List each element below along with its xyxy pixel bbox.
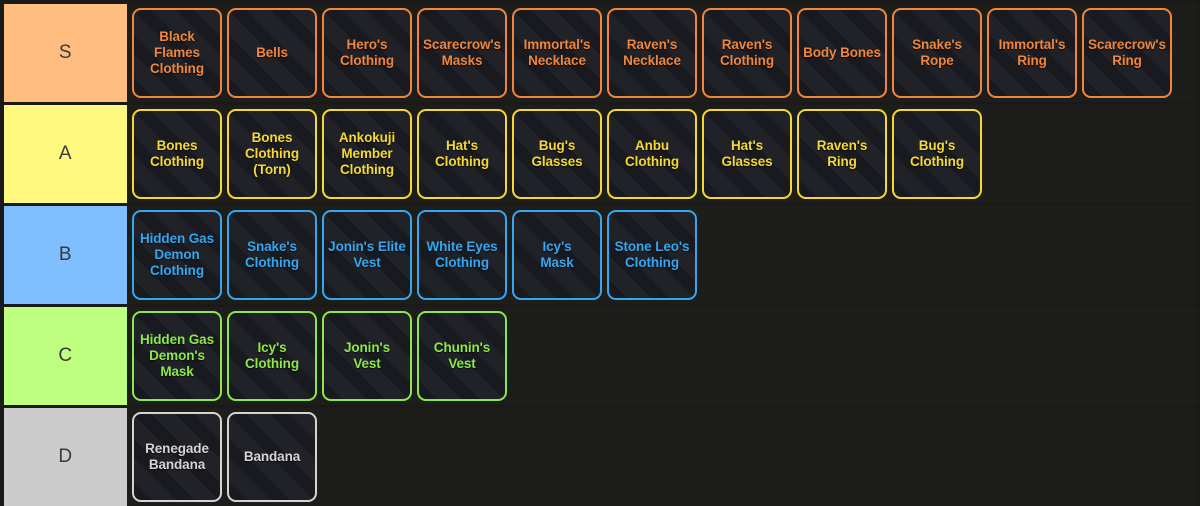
tier-item-card[interactable]: Hero's Clothing bbox=[322, 8, 412, 98]
tier-item-label: Immortal's Ring bbox=[998, 36, 1066, 68]
tier-item-label: Hidden Gas Demon Clothing bbox=[139, 230, 214, 279]
tier-item-card[interactable]: Snake's Rope bbox=[892, 8, 982, 98]
tier-item-card[interactable]: Hat's Clothing bbox=[417, 109, 507, 199]
tier-item-card[interactable]: Icy's Mask bbox=[512, 210, 602, 300]
tier-items-d: Renegade Bandana Bandana bbox=[127, 408, 1196, 506]
tier-item-label: Ankokuji Member Clothing bbox=[338, 129, 396, 178]
tier-item-card[interactable]: White Eyes Clothing bbox=[417, 210, 507, 300]
tier-item-card[interactable]: Bones Clothing bbox=[132, 109, 222, 199]
tier-item-card[interactable]: Bug's Clothing bbox=[892, 109, 982, 199]
tier-item-label: Hat's Clothing bbox=[435, 137, 489, 169]
tier-row-b: B Hidden Gas Demon Clothing Snake's Clothi… bbox=[4, 206, 1196, 304]
tier-item-label: Icy's Clothing bbox=[245, 339, 299, 371]
tier-item-label: Bug's Clothing bbox=[910, 137, 964, 169]
tier-label-s[interactable]: S bbox=[4, 4, 127, 102]
tier-item-label: Raven's Ring bbox=[816, 137, 868, 169]
tier-item-label: Body Bones bbox=[803, 44, 881, 60]
tier-item-card[interactable]: Raven's Necklace bbox=[607, 8, 697, 98]
tier-item-card[interactable]: Icy's Clothing bbox=[227, 311, 317, 401]
tier-item-label: Renegade Bandana bbox=[145, 440, 209, 472]
tier-item-card[interactable]: Jonin's Vest bbox=[322, 311, 412, 401]
tier-item-label: Scarecrow's Ring bbox=[1088, 36, 1166, 68]
tier-item-label: Hat's Glasses bbox=[721, 137, 773, 169]
tier-item-label: Black Flames Clothing bbox=[150, 28, 204, 77]
tier-item-card[interactable]: Bones Clothing (Torn) bbox=[227, 109, 317, 199]
tier-item-card[interactable]: Renegade Bandana bbox=[132, 412, 222, 502]
tier-item-card[interactable]: Snake's Clothing bbox=[227, 210, 317, 300]
tier-item-label: Bug's Glasses bbox=[531, 137, 583, 169]
tier-item-card[interactable]: Black Flames Clothing bbox=[132, 8, 222, 98]
tier-item-card[interactable]: Anbu Clothing bbox=[607, 109, 697, 199]
tier-items-b: Hidden Gas Demon Clothing Snake's Clothin… bbox=[127, 206, 1196, 304]
tier-item-label: Scarecrow's Masks bbox=[423, 36, 501, 68]
tier-items-a: Bones Clothing Bones Clothing (Torn) Ankok… bbox=[127, 105, 1196, 203]
tier-item-label: Stone Leo's Clothing bbox=[614, 238, 690, 270]
tier-item-card[interactable]: Scarecrow's Masks bbox=[417, 8, 507, 98]
tier-row-a: A Bones Clothing Bones Clothing (Torn) Anko… bbox=[4, 105, 1196, 203]
tier-item-card[interactable]: Chunin's Vest bbox=[417, 311, 507, 401]
tier-item-card[interactable]: Bandana bbox=[227, 412, 317, 502]
tier-item-label: Bells bbox=[256, 44, 288, 60]
tier-items-s: Black Flames Clothing Bells Hero's Clothin… bbox=[127, 4, 1196, 102]
tier-item-label: Jonin's Elite Vest bbox=[328, 238, 406, 270]
tier-item-label: Snake's Clothing bbox=[245, 238, 299, 270]
tier-item-label: Icy's Mask bbox=[540, 238, 574, 270]
tier-list-board: S Black Flames Clothing Bells Hero's Clothi… bbox=[0, 0, 1200, 506]
tier-item-card[interactable]: Raven's Clothing bbox=[702, 8, 792, 98]
tier-item-card[interactable]: Hidden Gas Demon Clothing bbox=[132, 210, 222, 300]
tier-item-card[interactable]: Jonin's Elite Vest bbox=[322, 210, 412, 300]
tier-item-label: Chunin's Vest bbox=[433, 339, 491, 371]
tier-item-label: Bones Clothing bbox=[150, 137, 204, 169]
tier-item-card[interactable]: Immortal's Necklace bbox=[512, 8, 602, 98]
tier-item-card[interactable]: Body Bones bbox=[797, 8, 887, 98]
tier-item-label: Raven's Necklace bbox=[623, 36, 681, 68]
tier-label-a[interactable]: A bbox=[4, 105, 127, 203]
tier-item-card[interactable]: Scarecrow's Ring bbox=[1082, 8, 1172, 98]
tier-item-card[interactable]: Hat's Glasses bbox=[702, 109, 792, 199]
tier-item-card[interactable]: Bug's Glasses bbox=[512, 109, 602, 199]
tier-item-card[interactable]: Stone Leo's Clothing bbox=[607, 210, 697, 300]
tier-item-label: Snake's Rope bbox=[912, 36, 962, 68]
tier-label-d[interactable]: D bbox=[4, 408, 127, 506]
tier-item-label: Anbu Clothing bbox=[625, 137, 679, 169]
tier-item-label: Bones Clothing (Torn) bbox=[245, 129, 299, 178]
tier-item-card[interactable]: Raven's Ring bbox=[797, 109, 887, 199]
tier-row-d: D Renegade Bandana Bandana bbox=[4, 408, 1196, 506]
tier-item-card[interactable]: Bells bbox=[227, 8, 317, 98]
tier-item-card[interactable]: Hidden Gas Demon's Mask bbox=[132, 311, 222, 401]
tier-row-c: C Hidden Gas Demon's Mask Icy's Clothing Jo… bbox=[4, 307, 1196, 405]
tier-item-label: Hidden Gas Demon's Mask bbox=[139, 331, 214, 380]
tier-items-c: Hidden Gas Demon's Mask Icy's Clothing Jon… bbox=[127, 307, 1196, 405]
tier-item-label: Jonin's Vest bbox=[343, 339, 391, 371]
tier-item-label: Raven's Clothing bbox=[720, 36, 774, 68]
tier-label-b[interactable]: B bbox=[4, 206, 127, 304]
tier-item-card[interactable]: Ankokuji Member Clothing bbox=[322, 109, 412, 199]
tier-item-label: Immortal's Necklace bbox=[523, 36, 591, 68]
tier-item-label: White Eyes Clothing bbox=[426, 238, 498, 270]
tier-item-label: Bandana bbox=[243, 448, 301, 464]
tier-label-c[interactable]: C bbox=[4, 307, 127, 405]
tier-row-s: S Black Flames Clothing Bells Hero's Clothi… bbox=[4, 4, 1196, 102]
tier-item-card[interactable]: Immortal's Ring bbox=[987, 8, 1077, 98]
tier-item-label: Hero's Clothing bbox=[340, 36, 394, 68]
